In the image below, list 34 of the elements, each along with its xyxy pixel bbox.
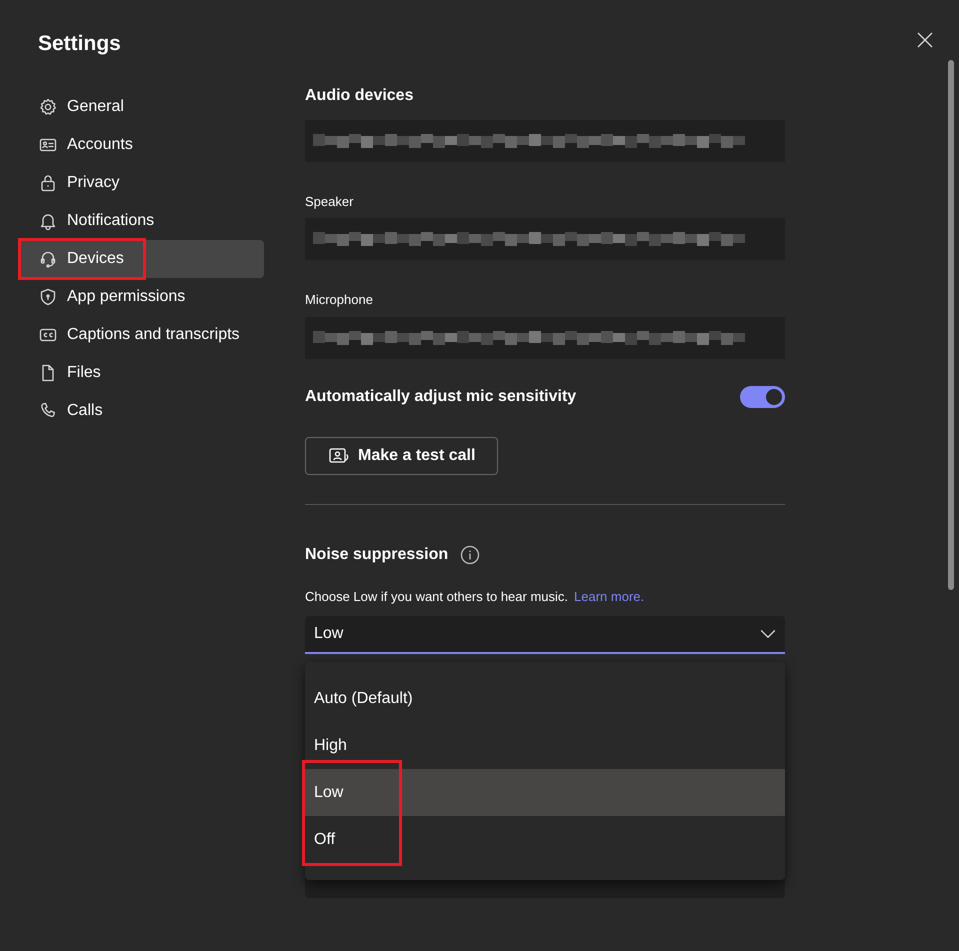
- sidebar-item[interactable]: Files: [18, 354, 264, 392]
- sidebar-item[interactable]: Privacy: [18, 164, 264, 202]
- chevron-down-icon: [761, 630, 775, 638]
- window-title: Settings: [38, 31, 121, 57]
- learn-more-link[interactable]: Learn more.: [574, 586, 644, 606]
- scrollbar-thumb[interactable]: [948, 60, 954, 590]
- section-heading: Noise suppression: [305, 544, 448, 564]
- device-dropdown[interactable]: [305, 120, 785, 162]
- dropdown-option[interactable]: Auto (Default): [305, 675, 785, 722]
- sidebar-item[interactable]: Accounts: [18, 126, 264, 164]
- dropdown-option[interactable]: Low: [305, 769, 785, 816]
- field-label: Speaker: [305, 192, 354, 211]
- noise-suppression-dropdown[interactable]: Low: [305, 616, 785, 654]
- device-dropdown[interactable]: [305, 316, 785, 358]
- field-label: Microphone: [305, 291, 374, 309]
- sidebar-item[interactable]: Captions and transcripts: [18, 316, 264, 354]
- sidebar-item[interactable]: General: [18, 88, 264, 126]
- sidebar-item[interactable]: Notifications: [18, 202, 264, 240]
- sidebar-item[interactable]: Calls: [18, 392, 264, 430]
- test-call-button[interactable]: Make a test call: [305, 436, 498, 474]
- close-icon[interactable]: [917, 32, 933, 48]
- sidebar-item[interactable]: App permissions: [18, 278, 264, 316]
- dropdown-option[interactable]: High: [305, 722, 785, 769]
- video-call-icon: [328, 446, 350, 466]
- shield-icon: [38, 286, 58, 306]
- info-icon: [460, 544, 480, 564]
- section-heading: Audio devices: [305, 86, 414, 106]
- sidebar-item[interactable]: Devices: [18, 240, 264, 278]
- toggle-switch[interactable]: [740, 386, 785, 408]
- toggle-label: Automatically adjust mic sensitivity: [305, 386, 576, 406]
- description-text: Choose Low if you want others to hear music.: [305, 588, 568, 606]
- device-dropdown[interactable]: [305, 218, 785, 260]
- dropdown-option[interactable]: Off: [305, 816, 785, 863]
- gear-icon: [38, 96, 58, 116]
